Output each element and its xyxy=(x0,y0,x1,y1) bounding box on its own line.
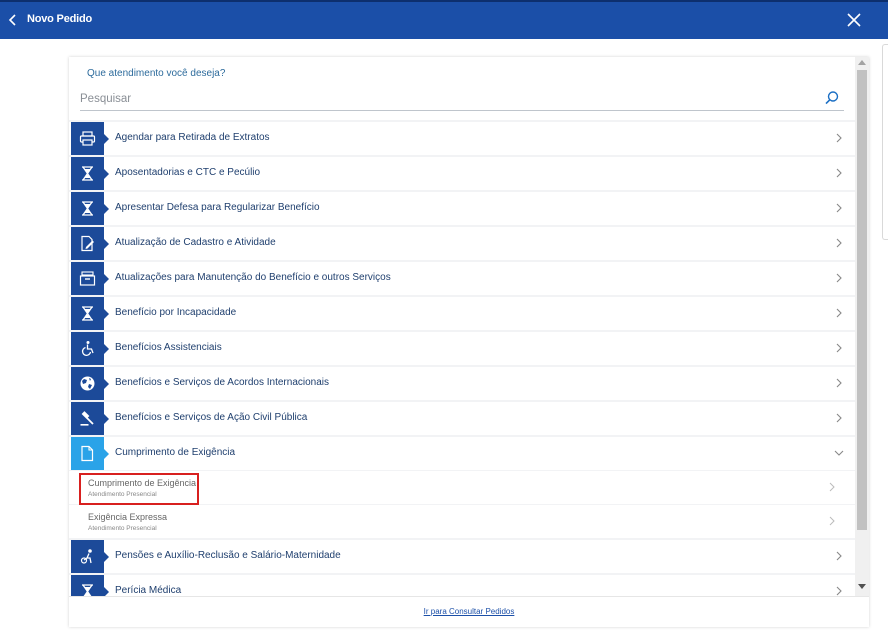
list-item-acordos-internacionais[interactable]: Benefícios e Serviços de Acordos Interna… xyxy=(69,367,855,400)
list-item-label: Benefício por Incapacidade xyxy=(115,307,237,318)
list-item-atualizacoes-manutencao[interactable]: Atualizações para Manutenção do Benefíci… xyxy=(69,262,855,295)
list-item-label: Aposentadorias e CTC e Pecúlio xyxy=(115,167,261,178)
chevron-right-icon xyxy=(829,482,835,492)
list-item-label: Benefícios e Serviços de Ação Civil Públ… xyxy=(115,412,308,423)
subitem-subtitle: Atendimento Presencial xyxy=(88,525,157,532)
list-item-label: Cumprimento de Exigência xyxy=(115,447,236,458)
search-box xyxy=(80,87,844,111)
chevron-right-icon xyxy=(836,308,842,318)
subitem-cumprimento-exigencia[interactable]: Cumprimento de Exigência Atendimento Pre… xyxy=(69,471,855,505)
list-item-beneficio-incapacidade[interactable]: Benefício por Incapacidade xyxy=(69,297,855,330)
search-icon[interactable] xyxy=(824,90,840,106)
consult-requests-link[interactable]: Ir para Consultar Pedidos xyxy=(69,607,869,616)
archive-icon xyxy=(71,262,109,295)
chevron-left-icon[interactable] xyxy=(6,10,24,30)
wheelchair-icon xyxy=(71,332,109,365)
list-item-label: Atualizações para Manutenção do Benefíci… xyxy=(115,272,391,283)
close-icon[interactable] xyxy=(844,10,864,30)
people-icon xyxy=(71,540,109,573)
panel-footer: Ir para Consultar Pedidos xyxy=(69,596,869,627)
document-icon xyxy=(71,437,109,470)
chevron-right-icon xyxy=(836,413,842,423)
subitem-title: Cumprimento de Exigência xyxy=(88,478,197,488)
document-edit-icon xyxy=(71,227,109,260)
subitem-subtitle: Atendimento Presencial xyxy=(88,491,157,498)
list-item-label: Perícia Médica xyxy=(115,585,182,596)
chevron-right-icon xyxy=(836,343,842,353)
subitem-title: Exigência Expressa xyxy=(88,512,168,522)
top-bar: Novo Pedido xyxy=(0,0,888,39)
scroll-down-icon[interactable] xyxy=(858,584,866,589)
chevron-right-icon xyxy=(829,516,835,526)
list-item-label: Pensões e Auxílio-Reclusão e Salário-Mat… xyxy=(115,550,341,561)
printer-icon xyxy=(71,122,109,155)
hourglass-icon xyxy=(71,192,109,225)
chevron-right-icon xyxy=(836,168,842,178)
chevron-right-icon xyxy=(836,133,842,143)
new-request-panel: Que atendimento você deseja? Agendar par… xyxy=(69,57,869,627)
list-item-label: Apresentar Defesa para Regularizar Benef… xyxy=(115,202,320,213)
service-list: Agendar para Retirada de Extratos Aposen… xyxy=(69,120,855,596)
hourglass-icon xyxy=(71,575,109,596)
list-item-pensoes[interactable]: Pensões e Auxílio-Reclusão e Salário-Mat… xyxy=(69,540,855,573)
list-item-acao-civil-publica[interactable]: Benefícios e Serviços de Ação Civil Públ… xyxy=(69,402,855,435)
search-prompt: Que atendimento você deseja? xyxy=(87,68,226,79)
list-item-beneficios-assistenciais[interactable]: Benefícios Assistenciais xyxy=(69,332,855,365)
list-item-label: Atualização de Cadastro e Atividade xyxy=(115,237,276,248)
subitem-exigencia-expressa[interactable]: Exigência Expressa Atendimento Presencia… xyxy=(69,505,855,538)
search-section: Que atendimento você deseja? xyxy=(69,57,855,120)
chevron-right-icon xyxy=(836,203,842,213)
scrollbar-thumb[interactable] xyxy=(857,70,867,530)
list-item-apresentar-defesa[interactable]: Apresentar Defesa para Regularizar Benef… xyxy=(69,192,855,225)
chevron-down-icon xyxy=(834,450,844,456)
list-item-cumprimento-exigencia[interactable]: Cumprimento de Exigência xyxy=(69,437,855,470)
chevron-right-icon xyxy=(836,378,842,388)
list-item-label: Benefícios Assistenciais xyxy=(115,342,222,353)
list-item-label: Agendar para Retirada de Extratos xyxy=(115,132,270,143)
gavel-icon xyxy=(71,402,109,435)
list-item-aposentadorias[interactable]: Aposentadorias e CTC e Pecúlio xyxy=(69,157,855,190)
list-item-agendar-extratos[interactable]: Agendar para Retirada de Extratos xyxy=(69,122,855,155)
page-title: Novo Pedido xyxy=(27,13,93,25)
list-item-atualizacao-cadastro[interactable]: Atualização de Cadastro e Atividade xyxy=(69,227,855,260)
search-input[interactable] xyxy=(80,89,810,109)
hourglass-icon xyxy=(71,297,109,330)
scrollbar[interactable] xyxy=(855,57,869,596)
list-item-pericia-medica[interactable]: Perícia Médica xyxy=(69,575,855,596)
list-item-label: Benefícios e Serviços de Acordos Interna… xyxy=(115,377,330,388)
chevron-right-icon xyxy=(836,273,842,283)
side-panel-edge xyxy=(882,44,888,240)
globe-icon xyxy=(71,367,109,400)
hourglass-icon xyxy=(71,157,109,190)
scroll-up-icon[interactable] xyxy=(858,60,866,65)
chevron-right-icon xyxy=(836,551,842,561)
chevron-right-icon xyxy=(836,586,842,596)
chevron-right-icon xyxy=(836,238,842,248)
